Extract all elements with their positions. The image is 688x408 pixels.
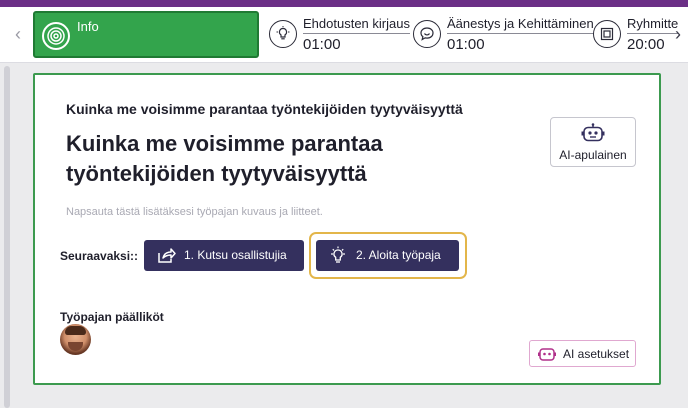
frame-icon	[593, 20, 621, 48]
scroll-right-arrow-icon[interactable]: ›	[668, 21, 688, 47]
step-info[interactable]: Info	[33, 11, 259, 58]
vertical-scrollbar[interactable]	[4, 66, 10, 408]
avatar-hair	[65, 326, 86, 335]
top-accent-bar	[0, 0, 688, 7]
step-time: 01:00	[303, 36, 341, 53]
step-label: Ehdotusten kirjaus	[303, 16, 410, 34]
workshop-subtitle: Kuinka me voisimme parantaa työntekijöid…	[66, 101, 463, 117]
invite-button-label: 1. Kutsu osallistujia	[184, 248, 287, 262]
ai-assistant-label: AI-apulainen	[559, 148, 627, 162]
step-time: 01:00	[447, 36, 485, 53]
robot-icon	[538, 348, 556, 361]
scroll-left-arrow-icon[interactable]: ‹	[8, 21, 28, 47]
step-time: 20:00	[627, 36, 665, 53]
target-icon	[42, 22, 70, 50]
ai-assistant-button[interactable]: AI-apulainen	[550, 117, 636, 167]
description-placeholder[interactable]: Napsauta tästä lisätäksesi työpajan kuva…	[66, 206, 323, 218]
robot-icon	[581, 123, 605, 142]
workshop-title[interactable]: Kuinka me voisimme parantaa työntekijöid…	[66, 129, 536, 189]
avatar[interactable]	[60, 324, 91, 355]
step-label: Info	[77, 19, 99, 34]
chat-bubble-icon	[413, 20, 441, 48]
start-button-label: 2. Aloita työpaja	[356, 248, 441, 262]
workshop-step-bar: ‹ Info Ehdotusten kirjaus 01:00 Äänestys…	[0, 7, 688, 63]
ai-settings-label: AI asetukset	[563, 347, 630, 361]
share-arrow-icon	[158, 248, 176, 263]
avatar-beard	[68, 342, 83, 351]
invite-participants-button[interactable]: 1. Kutsu osallistujia	[144, 240, 304, 271]
start-workshop-button[interactable]: 2. Aloita työpaja	[316, 240, 459, 271]
lightbulb-icon	[331, 246, 345, 263]
workshop-info-card: Kuinka me voisimme parantaa työntekijöid…	[33, 73, 661, 385]
step-label: Äänestys ja Kehittäminen	[447, 16, 594, 34]
lightbulb-icon	[269, 20, 297, 48]
next-steps-label: Seuraavaksi::	[60, 249, 139, 263]
workshop-leaders-label: Työpajan päälliköt	[60, 310, 164, 324]
ai-settings-button[interactable]: AI asetukset	[529, 340, 636, 367]
